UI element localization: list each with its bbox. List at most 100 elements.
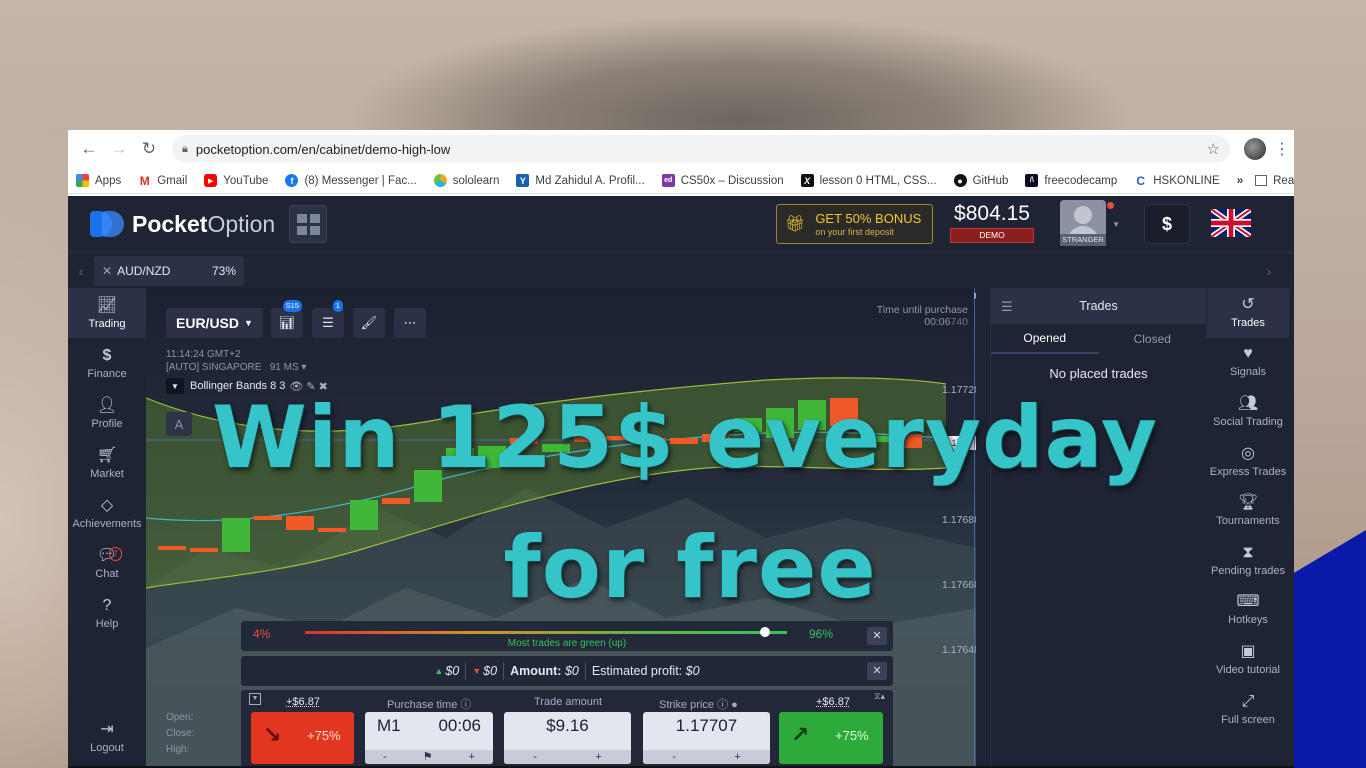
bookmark-sololearn[interactable]: sololearn bbox=[433, 174, 500, 187]
close-icon[interactable]: ✕ bbox=[102, 264, 112, 278]
bookmark-apps[interactable]: Apps bbox=[76, 174, 121, 187]
bookmark-label: (8) Messenger | Fac... bbox=[304, 174, 417, 187]
nav-express-trades[interactable]: ◎ Express Trades bbox=[1207, 437, 1289, 487]
plus-button[interactable]: + bbox=[595, 750, 601, 764]
pair-selector[interactable]: EUR/USD ▼ bbox=[166, 308, 263, 338]
plus-button[interactable]: + bbox=[469, 750, 475, 764]
bookmark-star-icon[interactable]: ☆ bbox=[1207, 140, 1220, 158]
toggle-icon[interactable]: ● bbox=[731, 699, 738, 711]
eye-icon[interactable]: 👁︎ bbox=[289, 380, 303, 393]
asset-tab[interactable]: ✕ AUD/NZD 73% bbox=[94, 255, 244, 286]
price-overlap-text: 740 bbox=[950, 316, 968, 328]
trade-amount-field[interactable]: $9.16 - + bbox=[504, 712, 631, 764]
bonus-button[interactable]: 🎁︎ GET 50% BONUS on your first deposit bbox=[776, 204, 933, 244]
reload-icon[interactable]: ↻ bbox=[136, 136, 162, 162]
bookmark-label: Md Zahidul A. Profil... bbox=[535, 174, 645, 187]
nav-trading[interactable]: 📈︎ Trading bbox=[68, 288, 146, 338]
account-mode-badge: DEMO bbox=[950, 228, 1034, 243]
nav-label: Achievements bbox=[72, 517, 142, 530]
brush-icon: 🖌︎ bbox=[360, 315, 378, 330]
nav-hotkeys[interactable]: ⌨ Hotkeys bbox=[1207, 586, 1289, 636]
help-icon[interactable]: ⓘ bbox=[717, 699, 728, 711]
options-icon[interactable]: ⧖▴ bbox=[874, 691, 885, 702]
user-avatar[interactable]: STRANGER ▼ bbox=[1060, 200, 1120, 248]
nav-chat[interactable]: 💬︎ 7 Chat bbox=[68, 538, 146, 588]
reading-list[interactable]: Reading list bbox=[1255, 175, 1294, 187]
candle-down bbox=[190, 548, 218, 552]
drawing-button[interactable]: 🖌︎ bbox=[352, 308, 385, 338]
ohlc-high: High: bbox=[166, 744, 190, 755]
apps-grid-button[interactable] bbox=[289, 205, 328, 243]
nav-label: Hotkeys bbox=[1228, 614, 1268, 627]
bookmark-profile[interactable]: Y Md Zahidul A. Profil... bbox=[516, 174, 645, 187]
ping[interactable]: 91 MS bbox=[270, 362, 299, 373]
strike-price-field[interactable]: 1.17707 - + bbox=[643, 712, 770, 764]
nav-full-screen[interactable]: ⤢ Full screen bbox=[1207, 685, 1289, 735]
address-bar[interactable]: 🔒︎ pocketoption.com/en/cabinet/demo-high… bbox=[172, 135, 1230, 163]
candle-up bbox=[542, 444, 570, 452]
nav-trades[interactable]: ↺ Trades bbox=[1207, 288, 1289, 338]
indicators-button[interactable]: ☰ 1 bbox=[311, 300, 344, 338]
plus-button[interactable]: + bbox=[734, 750, 740, 764]
uk-flag-icon[interactable] bbox=[1211, 209, 1251, 237]
deposit-button[interactable]: $ bbox=[1144, 204, 1190, 244]
nav-logout[interactable]: ⇥ Logout bbox=[68, 712, 146, 762]
back-arrow-icon[interactable]: ← bbox=[76, 136, 102, 162]
nav-profile[interactable]: 👤︎ Profile bbox=[68, 388, 146, 438]
chevron-down-icon[interactable]: ▼ bbox=[166, 378, 184, 394]
sell-button[interactable]: ↘ +75% bbox=[251, 712, 354, 764]
help-icon[interactable]: ⓘ bbox=[460, 699, 471, 711]
collapse-icon[interactable]: ▼ bbox=[249, 693, 261, 705]
triangle-up-icon: ▲ bbox=[434, 666, 444, 676]
minus-button[interactable]: - bbox=[533, 750, 537, 764]
tab-closed[interactable]: Closed bbox=[1099, 324, 1207, 354]
nav-finance[interactable]: $ Finance bbox=[68, 338, 146, 388]
nav-tournaments[interactable]: 🏆︎ Tournaments bbox=[1207, 486, 1289, 536]
bookmark-cs50[interactable]: ed CS50x – Discussion bbox=[661, 174, 784, 187]
candle-down bbox=[158, 546, 186, 550]
candle-up bbox=[222, 518, 250, 552]
list-icon[interactable]: ☰ bbox=[1001, 299, 1013, 315]
browser-profile-avatar[interactable] bbox=[1244, 138, 1266, 160]
time-until-value: 00:06740 bbox=[877, 316, 968, 328]
bookmark-freecodecamp[interactable]: /\ freecodecamp bbox=[1025, 174, 1117, 187]
nav-achievements[interactable]: ◇ Achievements bbox=[68, 488, 146, 538]
minus-button[interactable]: - bbox=[672, 750, 676, 764]
chart-area[interactable]: EUR/USD ▼ 📊︎ S15 ☰ 1 🖌︎ ⋯ Time until purcha… bbox=[146, 288, 976, 768]
close-icon[interactable]: ✕ bbox=[867, 662, 887, 680]
chart-type-button[interactable]: 📊︎ S15 bbox=[270, 300, 303, 338]
auto-scale-button[interactable]: A bbox=[166, 412, 192, 436]
bookmark-hskonline[interactable]: C HSKONLINE bbox=[1134, 174, 1219, 188]
logo[interactable]: PocketOption bbox=[90, 211, 275, 238]
purchase-time-field[interactable]: M1 00:06 - ⚑ + bbox=[365, 712, 493, 764]
chevron-left-icon[interactable]: ‹ bbox=[68, 263, 94, 279]
chevron-right-icon[interactable]: › bbox=[1256, 263, 1282, 279]
nav-signals[interactable]: ♥ Signals bbox=[1207, 338, 1289, 388]
bookmark-label: freecodecamp bbox=[1044, 174, 1118, 187]
bookmark-gmail[interactable]: M Gmail bbox=[138, 174, 188, 188]
nav-video-tutorial[interactable]: ▣ Video tutorial bbox=[1207, 635, 1289, 685]
bookmark-lesson[interactable]: Xlesson 0 HTML, CSS... bbox=[800, 174, 937, 187]
bookmark-messenger[interactable]: f (8) Messenger | Fac... bbox=[285, 174, 417, 187]
more-bookmarks-chevron[interactable]: » bbox=[1237, 175, 1243, 187]
close-icon[interactable]: ✕ bbox=[867, 627, 887, 645]
bookmark-github[interactable]: ● GitHub bbox=[953, 174, 1008, 187]
pencil-icon[interactable]: ✎ bbox=[306, 380, 315, 393]
nav-social-trading[interactable]: 👥︎ Social Trading bbox=[1207, 387, 1289, 437]
tab-opened[interactable]: Opened bbox=[991, 324, 1099, 354]
nav-pending-trades[interactable]: ⧗ Pending trades bbox=[1207, 536, 1289, 586]
balance[interactable]: $804.15 DEMO bbox=[950, 202, 1034, 243]
nav-market[interactable]: 🛒︎ Market bbox=[68, 438, 146, 488]
more-button[interactable]: ⋯ bbox=[393, 308, 426, 338]
close-icon[interactable]: ✖ bbox=[319, 380, 328, 393]
forward-arrow-icon[interactable]: → bbox=[106, 136, 132, 162]
trade-amount-value: $9.16 bbox=[546, 716, 589, 735]
chat-badge: 7 bbox=[108, 546, 122, 561]
bookmark-label: sololearn bbox=[452, 174, 500, 187]
nav-help[interactable]: ? Help bbox=[68, 588, 146, 638]
buy-button[interactable]: ↗ +75% bbox=[779, 712, 883, 764]
bookmark-youtube[interactable]: ▶ YouTube bbox=[204, 174, 268, 187]
browser-menu-icon[interactable]: ⋮ bbox=[1274, 139, 1290, 159]
minus-button[interactable]: - bbox=[383, 750, 387, 764]
flag-icon[interactable]: ⚑ bbox=[423, 750, 433, 764]
